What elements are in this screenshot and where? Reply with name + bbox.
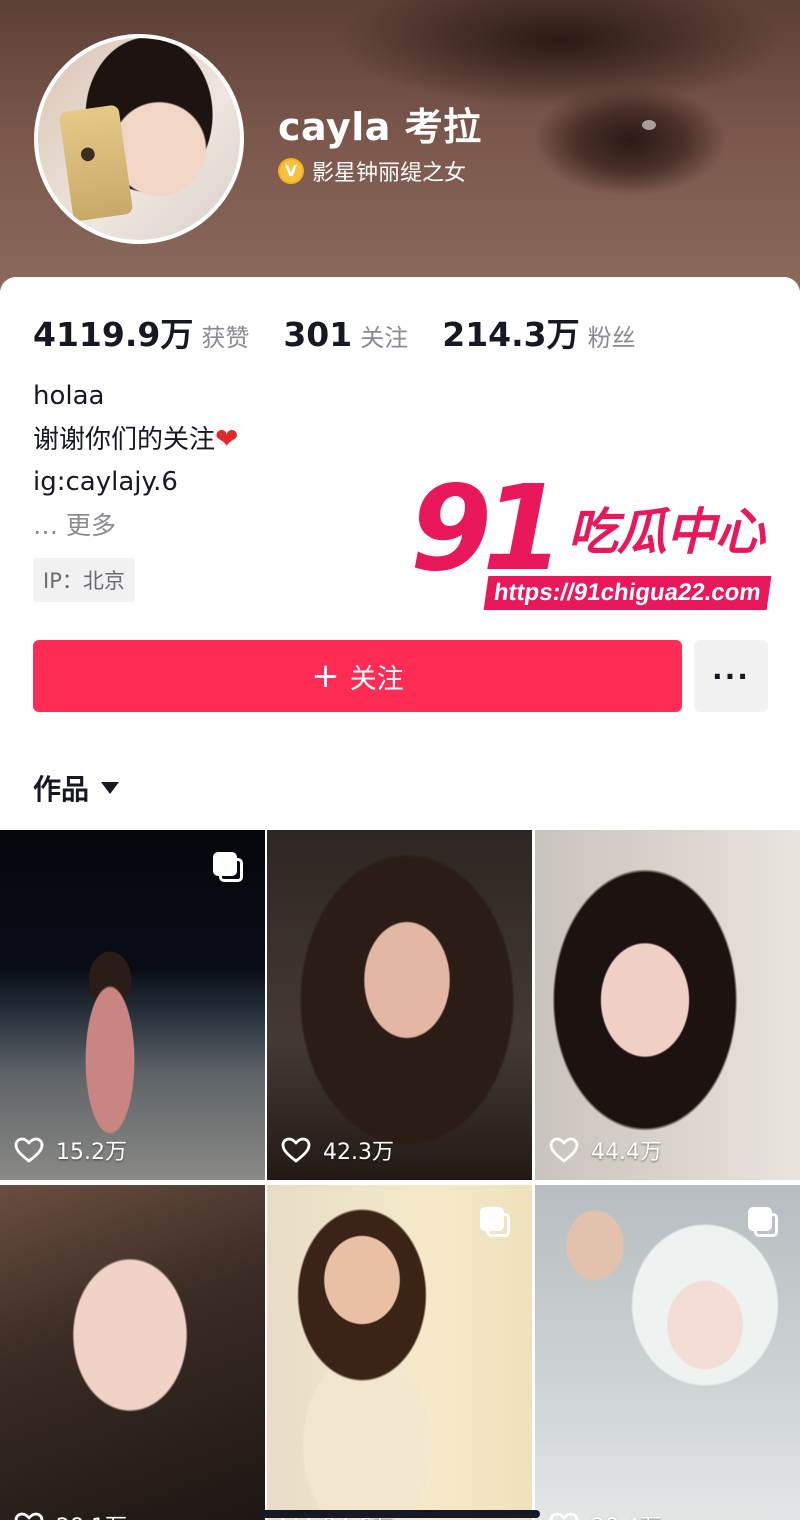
stat-followers[interactable]: 214.3万 粉丝 [442,308,635,356]
video-likes: 42.3万 [281,1134,394,1166]
video-tile[interactable]: 44.4万 [535,830,800,1180]
bio: holaa 谢谢你们的关注❤ ig:caylajy.6 [33,378,238,507]
stat-following-label: 关注 [360,324,409,352]
heart-icon [281,1137,311,1163]
video-likes: 15.2万 [14,1134,127,1166]
heart-icon [549,1137,579,1163]
banner-decoration [642,120,656,130]
tab-works-label: 作品 [33,773,90,806]
profile-name: cayla 考拉 [278,105,482,149]
home-indicator[interactable] [260,1510,540,1518]
apple-logo-icon: ● [80,143,96,164]
bio-more-link[interactable]: … 更多 [33,506,116,542]
stat-likes[interactable]: 4119.9万 获赞 [33,308,249,356]
ip-location-tag: IP：北京 [33,558,135,602]
avatar[interactable]: ● [34,34,244,244]
video-likes-count: 28.1万 [56,1509,127,1520]
bio-line-1: holaa [33,381,105,411]
heart-icon [14,1512,44,1520]
stat-followers-value: 214.3万 [442,315,580,354]
video-likes-count: 42.3万 [323,1140,394,1165]
avatar-phone [58,104,134,222]
bio-line-2: 谢谢你们的关注❤ [33,421,238,464]
video-likes: 44.4万 [549,1134,662,1166]
multi-image-icon [748,1207,778,1237]
multi-image-icon [480,1207,510,1237]
multi-image-icon [213,852,243,882]
plus-icon: + [311,656,340,696]
tab-works[interactable]: 作品 [33,768,120,808]
stats-row: 4119.9万 获赞 301 关注 214.3万 粉丝 [33,308,670,356]
heart-icon [14,1137,44,1163]
heart-emoji-icon: ❤ [215,422,239,455]
watermark-number: 91 [410,459,564,597]
verification-row: V 影星钟丽缇之女 [278,155,466,187]
video-likes: 28.1万 [14,1509,127,1520]
follow-button-label: 关注 [349,663,404,695]
stat-likes-label: 获赞 [201,324,250,352]
watermark-text: 吃瓜中心 [568,503,765,561]
more-options-button[interactable]: ··· [694,640,768,712]
stat-following[interactable]: 301 关注 [283,315,408,354]
video-tile[interactable]: 42.3万 [267,830,532,1180]
video-likes: 28.4万 [549,1509,662,1520]
watermark: 91 吃瓜中心 https://91chigua22.com [408,468,793,628]
video-likes-count: 28.4万 [591,1509,662,1520]
verification-text: 影星钟丽缇之女 [312,161,467,186]
video-tile[interactable]: 28.4万 [535,1185,800,1520]
stat-likes-value: 4119.9万 [33,315,194,354]
video-tile[interactable]: 28.1万 [0,1185,265,1520]
video-likes-count: 44.4万 [591,1140,662,1165]
bio-line-3: ig:caylajy.6 [33,467,178,497]
video-tile[interactable]: 15.2万 [0,830,265,1180]
caret-down-icon [101,782,120,794]
video-tile[interactable]: 24.6万 [267,1185,532,1520]
stat-followers-label: 粉丝 [587,324,636,352]
follow-button[interactable]: + 关注 [33,640,682,712]
heart-icon [549,1512,579,1520]
watermark-url: https://91chigua22.com [483,576,772,610]
bio-line-2-text: 谢谢你们的关注 [33,425,216,455]
verified-badge-icon: V [278,158,304,184]
stat-following-value: 301 [283,315,353,354]
video-likes-count: 15.2万 [56,1140,127,1165]
